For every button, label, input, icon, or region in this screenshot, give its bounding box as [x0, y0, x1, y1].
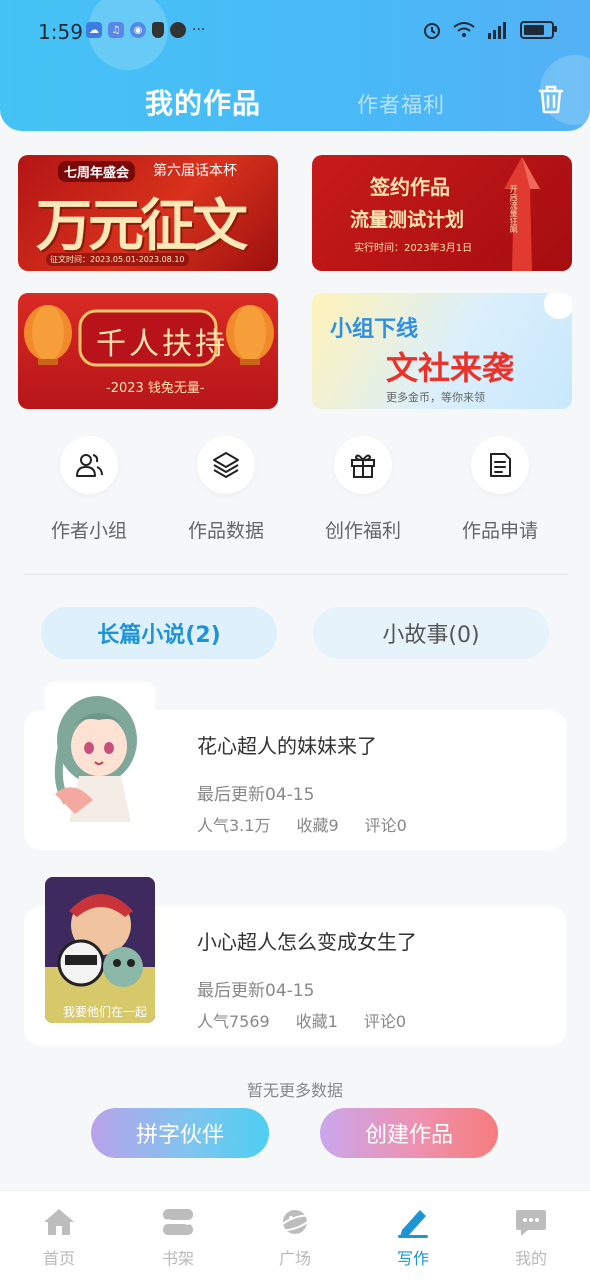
- work-updated: 最后更新04-15: [197, 981, 315, 1001]
- typing-partner-button[interactable]: 拼字伙伴: [91, 1108, 269, 1158]
- nav-label: 广场: [278, 1249, 311, 1268]
- chat-icon: [491, 1205, 571, 1239]
- cartoon-characters-illustration: [45, 877, 155, 1023]
- banner-subtitle: 第六届话本杯: [153, 163, 237, 179]
- feature-label: 作者小组: [50, 520, 127, 542]
- work-title: 花心超人的妹妹来了: [197, 734, 377, 758]
- wifi-icon: [453, 22, 475, 37]
- more-icon: ···: [192, 22, 206, 38]
- cloud-icon: ☁: [86, 22, 102, 38]
- banner-club-event[interactable]: 小组下线 文社来袭 更多金币，等你来领: [312, 293, 572, 409]
- banner-signed-works[interactable]: 签约作品 流量测试计划 实行时间：2023年3月1日 开启流量狂飙: [312, 155, 572, 271]
- work-favorites: 收藏1: [295, 1012, 338, 1031]
- work-comments: 评论0: [363, 1012, 407, 1031]
- nav-write[interactable]: 写作: [373, 1205, 453, 1269]
- feature-creation-benefits[interactable]: 创作福利: [303, 436, 423, 543]
- tab-short-stories[interactable]: 小故事(0): [313, 607, 549, 659]
- bottom-nav: 首页 书架 广场 写作 我的: [0, 1190, 590, 1281]
- banner-badge: 七周年盛会: [58, 161, 136, 182]
- home-icon: [19, 1205, 99, 1239]
- anime-girl-illustration: [54, 696, 137, 822]
- nav-label: 我的: [514, 1249, 547, 1268]
- header: 1:59 ☁ ♫ ◉ ··· 我的作品 作者福利: [0, 0, 590, 131]
- users-icon: [60, 436, 118, 494]
- nav-bookshelf[interactable]: 书架: [138, 1205, 218, 1269]
- signal-icon: [488, 22, 506, 39]
- nav-plaza[interactable]: 广场: [255, 1205, 335, 1269]
- alarm-icon: [424, 23, 440, 39]
- banner-line3: 更多金币，等你来领: [386, 391, 485, 404]
- cover-caption: 我要他们在一起: [63, 1005, 148, 1019]
- feature-label: 创作福利: [324, 520, 401, 542]
- feature-author-group[interactable]: 作者小组: [29, 436, 149, 543]
- status-time: 1:59: [38, 20, 83, 44]
- work-updated: 最后更新04-15: [197, 785, 315, 805]
- banner-line2: 文社来袭: [386, 349, 515, 387]
- feature-work-application[interactable]: 作品申请: [440, 436, 560, 543]
- tab-my-works[interactable]: 我的作品: [145, 82, 261, 122]
- shield-icon: [152, 22, 164, 38]
- work-popularity: 人气7569: [197, 1012, 270, 1031]
- work-stats: 人气3.1万 收藏9 评论0: [197, 812, 433, 836]
- banner-line3: 实行时间：2023年3月1日: [354, 243, 473, 254]
- tab-author-benefits[interactable]: 作者福利: [357, 89, 445, 119]
- nav-label: 首页: [42, 1249, 75, 1268]
- trash-icon[interactable]: [537, 85, 565, 115]
- work-popularity: 人气3.1万: [197, 816, 271, 835]
- gift-icon: [334, 436, 392, 494]
- document-icon: [471, 436, 529, 494]
- nav-mine[interactable]: 我的: [491, 1205, 571, 1269]
- work-comments: 评论0: [364, 816, 407, 835]
- planet-icon: [255, 1205, 335, 1239]
- nav-label: 书架: [161, 1249, 194, 1268]
- feature-label: 作品数据: [187, 520, 264, 542]
- bookshelf-icon: [138, 1205, 218, 1239]
- arrow-graphic: [504, 157, 540, 271]
- notification-icons: ☁ ♫ ◉ ···: [86, 22, 205, 38]
- banner-date: 征文时间：2023.05.01-2023.08.10: [46, 253, 189, 266]
- divider: [24, 574, 568, 575]
- banner-line1: 小组下线: [330, 317, 419, 342]
- tab-long-novels[interactable]: 长篇小说(2): [41, 607, 277, 659]
- browser-icon: ◉: [130, 22, 146, 38]
- banner-thousand-support[interactable]: 千人扶持 -2023 钱兔无量-: [18, 293, 278, 409]
- feature-work-data[interactable]: 作品数据: [166, 436, 286, 543]
- banner-line1: 签约作品: [370, 175, 450, 199]
- banner-essay-contest[interactable]: 七周年盛会 第六届话本杯 万元征文 征文时间：2023.05.01-2023.0…: [18, 155, 278, 271]
- work-cover[interactable]: [45, 682, 155, 828]
- system-icons: [422, 20, 557, 40]
- pen-icon: [373, 1205, 453, 1239]
- work-title: 小心超人怎么变成女生了: [197, 930, 417, 954]
- music-icon: ♫: [108, 22, 124, 38]
- battery-icon: [520, 21, 557, 39]
- feature-label: 作品申请: [461, 520, 538, 542]
- work-favorites: 收藏9: [296, 816, 339, 835]
- banner-subtitle: -2023 钱兔无量-: [106, 381, 205, 396]
- nav-home[interactable]: 首页: [19, 1205, 99, 1269]
- create-work-button[interactable]: 创建作品: [320, 1108, 498, 1158]
- banner-side-text: 开启流量狂飙: [509, 185, 518, 233]
- work-stats: 人气7569 收藏1 评论0: [197, 1008, 432, 1032]
- banner-title: 千人扶持: [96, 327, 228, 362]
- decor-circle: [544, 293, 572, 319]
- banner-title: 万元征文: [36, 193, 248, 259]
- chat-bubble-icon: [170, 22, 186, 38]
- no-more-data: 暂无更多数据: [246, 1081, 343, 1100]
- nav-label: 写作: [396, 1249, 429, 1268]
- work-cover[interactable]: 我要他们在一起: [45, 877, 155, 1023]
- layers-icon: [197, 436, 255, 494]
- banner-line2: 流量测试计划: [350, 209, 465, 231]
